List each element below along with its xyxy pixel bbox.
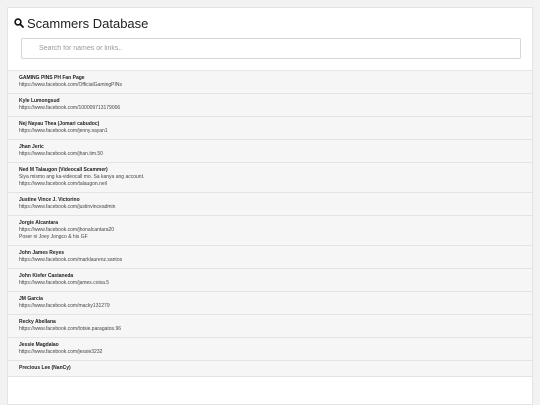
entry-name: John Kiefer Castaneda — [19, 273, 74, 279]
entry-detail: Siya mismo ang ka-videocall mo. Sa kanya… — [19, 174, 145, 180]
entry-detail: https://www.facebook.com/totsie.paragato… — [19, 326, 121, 332]
list-item[interactable]: Jhan Jeric https://www.facebook.com/jhan.… — [8, 140, 532, 163]
entry-detail: https://www.facebook.com/OfficialGamingP… — [19, 82, 123, 88]
list-item[interactable]: Recky Abellana https://www.facebook.com/t… — [8, 315, 532, 338]
entry-name: Jorgie Alcantara — [19, 220, 58, 226]
entry-detail: https://www.facebook.com/100009713179006 — [19, 105, 121, 111]
search-container — [8, 37, 532, 59]
list-item[interactable]: Nej Nayau Thea (Jomari cabudoc) https://w… — [8, 117, 532, 140]
entry-detail: https://www.facebook.com/jenny.sayan1 — [19, 128, 108, 134]
entry-detail: https://www.facebook.com/jhan.tim.50 — [19, 151, 103, 157]
list-item[interactable]: Precious Lee (NanCy) — [8, 361, 532, 377]
entry-name: GAMING PINS PH Fan Page — [19, 75, 85, 81]
page-header: Scammers Database — [8, 8, 532, 36]
entry-name: Justine Vince J. Victorino — [19, 197, 80, 203]
entry-detail: https://www.facebook.com/jhonalcantara20 — [19, 227, 115, 233]
page-title: Scammers Database — [27, 15, 149, 31]
entry-detail: https://www.facebook.com/macky131279 — [19, 303, 110, 309]
list-item[interactable]: Kyle Lumongsud https://www.facebook.com/1… — [8, 94, 532, 117]
entry-name: John James Reyes — [19, 250, 65, 256]
entry-name: Ned M Talaugon (Videocall Scammer) — [19, 167, 108, 173]
entry-detail: https://www.facebook.com/marklaurenz.san… — [19, 257, 123, 263]
entry-name: Nej Nayau Thea (Jomari cabudoc) — [19, 121, 100, 127]
entry-name: Jessie Magdalao — [19, 342, 59, 348]
list-item[interactable]: Jessie Magdalao https://www.facebook.com/… — [8, 338, 532, 361]
list-item[interactable]: GAMING PINS PH Fan Page https://www.faceb… — [8, 71, 532, 94]
list-item[interactable]: John Kiefer Castaneda https://www.faceboo… — [8, 269, 532, 292]
scammer-list: GAMING PINS PH Fan Page https://www.faceb… — [8, 70, 532, 377]
main-card: Scammers Database GAMING PINS PH Fan Pag… — [7, 7, 533, 405]
entry-detail: https://www.facebook.com/jessie3232 — [19, 349, 103, 355]
list-item[interactable]: Ned M Talaugon (Videocall Scammer) Siya m… — [8, 163, 532, 193]
list-item[interactable]: John James Reyes https://www.facebook.com… — [8, 246, 532, 269]
entry-name: Recky Abellana — [19, 319, 56, 325]
entry-name: Jhan Jeric — [19, 144, 44, 150]
list-item[interactable]: Jorgie Alcantara https://www.facebook.com… — [8, 216, 532, 246]
list-item[interactable]: JM Garcia https://www.facebook.com/macky1… — [8, 292, 532, 315]
list-item[interactable]: Justine Vince J. Victorino https://www.fa… — [8, 193, 532, 216]
entry-detail: https://www.facebook.com/james.coisa.5 — [19, 280, 110, 286]
entry-name: Precious Lee (NanCy) — [19, 365, 71, 371]
entry-name: Kyle Lumongsud — [19, 98, 60, 104]
search-icon — [14, 18, 24, 28]
search-input[interactable] — [21, 38, 521, 59]
entry-detail: Poser ni Joey Jongco & his GF — [19, 234, 88, 240]
entry-name: JM Garcia — [19, 296, 43, 302]
entry-detail: https://www.facebook.com/talaugon.neil — [19, 181, 107, 187]
entry-detail: https://www.facebook.com/justinvinceadmi… — [19, 204, 116, 210]
